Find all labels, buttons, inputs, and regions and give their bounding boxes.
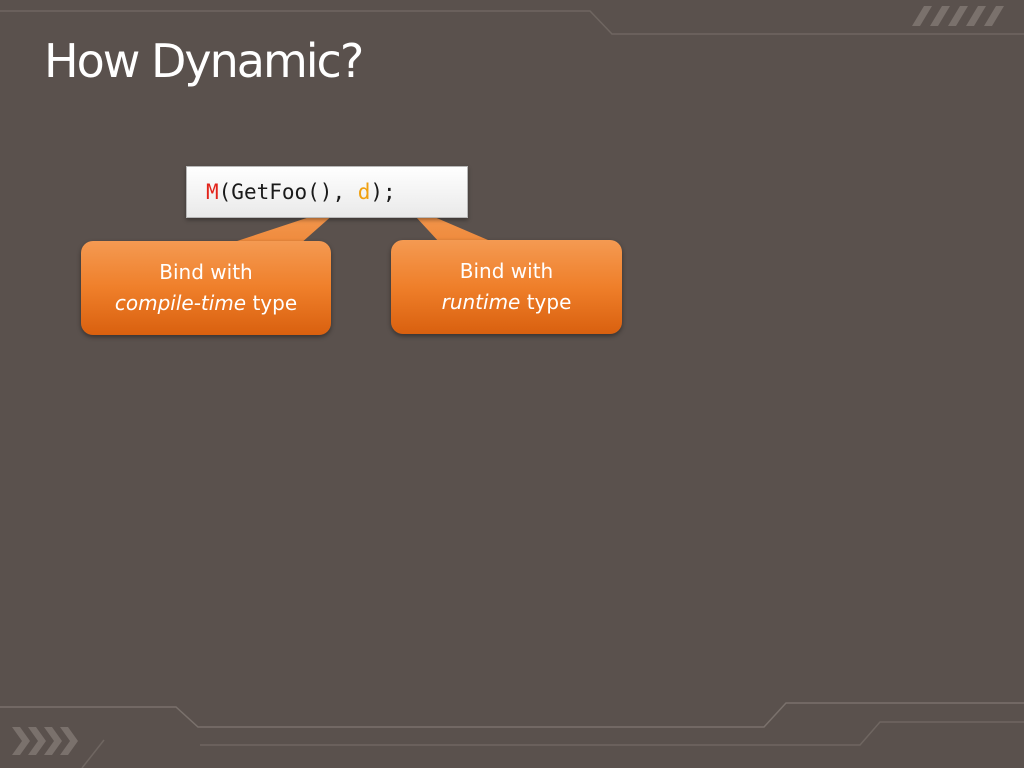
slide-frame-decoration (0, 6, 1024, 768)
callout-line-2: compile-time type (81, 288, 331, 319)
stripes-icon (912, 6, 1004, 26)
callout-compile-time: Bind with compile-time type (81, 241, 331, 335)
code-arguments: (GetFoo(), (218, 180, 358, 204)
bottom-frame-diagonal (81, 739, 105, 768)
code-snippet: M (GetFoo(), d); (186, 166, 468, 218)
slide-title: How Dynamic? (44, 34, 364, 88)
slide: How Dynamic? M (GetFoo(), d); Bind with c… (0, 0, 1024, 768)
callout-pointers (228, 204, 495, 244)
callout-emphasis: runtime (441, 290, 521, 314)
top-frame-line (0, 10, 1024, 35)
callout-runtime: Bind with runtime type (391, 240, 622, 334)
callout-line-1: Bind with (459, 259, 554, 283)
callout-emphasis: compile-time (114, 291, 247, 315)
callout-line-1: Bind with (159, 260, 253, 284)
code-dynamic-variable: d (357, 180, 371, 204)
code-method-name: M (206, 180, 219, 204)
callout-line-2: runtime type (391, 287, 622, 318)
bottom-frame-line-upper (0, 702, 1024, 728)
callout-suffix: type (246, 291, 298, 315)
chevrons-icon (12, 727, 78, 755)
callout-suffix: type (520, 290, 572, 314)
code-closing: ); (370, 180, 396, 204)
bottom-frame-line-lower (200, 721, 1024, 746)
